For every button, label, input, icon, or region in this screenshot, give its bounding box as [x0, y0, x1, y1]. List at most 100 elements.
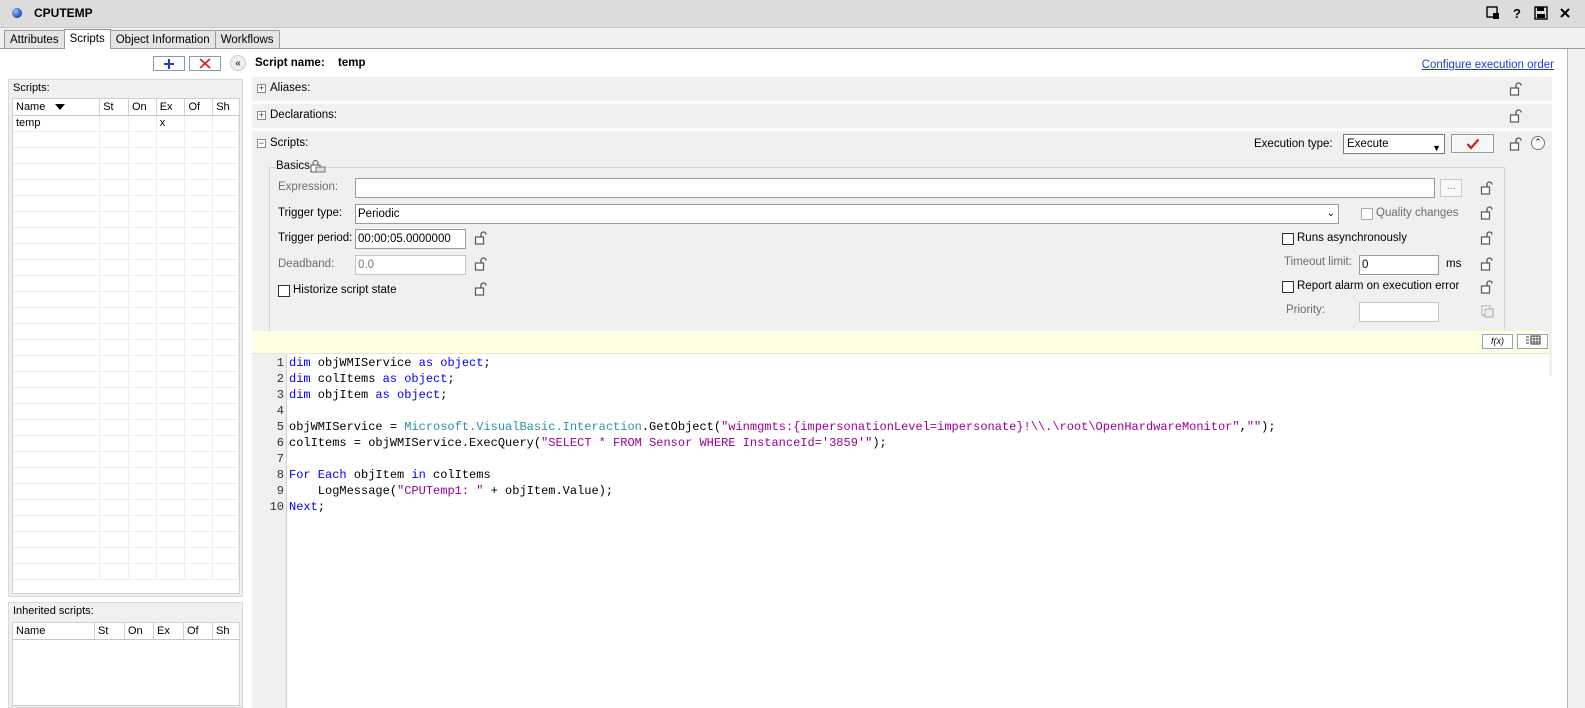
empty-cell	[157, 276, 186, 291]
object-orb-icon	[12, 8, 22, 18]
empty-cell	[157, 180, 186, 195]
collapse-all-icon[interactable]: ⌃	[1531, 136, 1545, 150]
add-script-button[interactable]	[153, 56, 185, 71]
copy-lock-icon[interactable]	[1480, 304, 1494, 318]
line-number: 3	[276, 388, 284, 402]
empty-cell	[185, 468, 214, 483]
inh-header-ex[interactable]: Ex	[154, 623, 184, 639]
trigger-period-input[interactable]: 00:00:05.0000000	[355, 229, 466, 249]
declarations-section[interactable]: + Declarations:	[252, 104, 1552, 128]
lock-icon[interactable]	[1480, 206, 1494, 220]
lock-icon[interactable]	[474, 282, 488, 296]
deadband-input[interactable]: 0.0	[355, 255, 466, 275]
aliases-section[interactable]: + Aliases:	[252, 77, 1552, 101]
save-icon[interactable]	[1533, 5, 1549, 21]
empty-cell	[13, 132, 101, 147]
lock-icon[interactable]	[1480, 257, 1494, 271]
empty-cell	[13, 276, 101, 291]
collapse-panel-icon[interactable]: «	[230, 55, 246, 71]
empty-cell	[185, 420, 214, 435]
empty-cell	[213, 356, 239, 371]
inh-header-st[interactable]: St	[95, 623, 125, 639]
lock-icon[interactable]	[474, 231, 488, 245]
tab-object-information[interactable]: Object Information	[109, 30, 216, 49]
expand-aliases-icon[interactable]: +	[257, 84, 266, 93]
timeout-limit-input[interactable]: 0	[1359, 255, 1439, 275]
lock-icon[interactable]	[1480, 280, 1494, 294]
empty-row	[13, 228, 239, 244]
lock-icon[interactable]	[474, 257, 488, 271]
empty-cell	[129, 452, 157, 467]
column-header-st[interactable]: St	[100, 99, 129, 115]
empty-cell	[100, 292, 129, 307]
group-lock-icon[interactable]	[310, 160, 326, 173]
line-number: 9	[276, 484, 284, 498]
empty-cell	[185, 340, 214, 355]
runs-async-checkbox[interactable]	[1282, 233, 1294, 245]
empty-cell	[129, 308, 157, 323]
tab-scripts[interactable]: Scripts	[63, 29, 111, 49]
column-header-of[interactable]: Of	[185, 99, 214, 115]
empty-cell	[13, 180, 101, 195]
cell-st	[100, 116, 129, 131]
apply-execution-type-button[interactable]	[1451, 134, 1494, 153]
column-header-ex[interactable]: Ex	[157, 99, 186, 115]
empty-cell	[129, 244, 157, 259]
empty-cell	[100, 404, 129, 419]
historize-checkbox[interactable]	[278, 285, 290, 297]
close-icon[interactable]	[1557, 5, 1573, 21]
lock-icon[interactable]	[1480, 231, 1494, 245]
insert-function-icon[interactable]: f(x)	[1482, 334, 1513, 349]
configure-execution-order-link[interactable]: Configure execution order	[1422, 59, 1554, 71]
lock-icon[interactable]	[1509, 109, 1523, 123]
column-header-name[interactable]: Name	[13, 99, 101, 115]
empty-cell	[100, 308, 129, 323]
cell-name: temp	[13, 116, 101, 131]
inherited-grid: Name St On Ex Of Sh	[12, 622, 240, 706]
empty-cell	[185, 244, 214, 259]
inh-header-sh[interactable]: Sh	[213, 623, 239, 639]
lock-icon[interactable]	[1509, 82, 1523, 96]
empty-cell	[185, 356, 214, 371]
empty-cell	[129, 436, 157, 451]
quality-changes-checkbox[interactable]	[1361, 208, 1373, 220]
help-icon[interactable]: ?	[1509, 5, 1525, 21]
lock-icon[interactable]	[1480, 181, 1494, 195]
report-alarm-checkbox[interactable]	[1282, 281, 1294, 293]
declarations-label: Declarations:	[270, 109, 338, 121]
collapse-scripts-icon[interactable]: −	[257, 139, 266, 148]
code-line: For Each objItem in colItems	[289, 468, 491, 482]
empty-cell	[129, 500, 157, 515]
expression-browse-button[interactable]: ...	[1440, 179, 1462, 197]
expand-declarations-icon[interactable]: +	[257, 111, 266, 120]
code-editor[interactable]: 1 dim objWMIService as object; 2 dim colIt…	[252, 354, 1549, 708]
lock-icon[interactable]	[1509, 137, 1523, 151]
empty-row	[13, 436, 239, 452]
empty-cell	[185, 388, 214, 403]
insert-table-icon[interactable]	[1517, 334, 1548, 349]
inh-header-of[interactable]: Of	[184, 623, 213, 639]
column-header-on[interactable]: On	[129, 99, 157, 115]
tab-workflows[interactable]: Workflows	[214, 30, 280, 49]
empty-row	[13, 244, 239, 260]
empty-row	[13, 404, 239, 420]
inh-header-on[interactable]: On	[125, 623, 154, 639]
empty-cell	[129, 548, 157, 563]
lock-screen-icon[interactable]	[1485, 5, 1501, 21]
priority-input[interactable]	[1359, 302, 1439, 322]
expression-input[interactable]	[355, 178, 1435, 198]
trigger-type-select[interactable]: Periodic ⌄	[355, 204, 1339, 224]
delete-script-button[interactable]	[189, 56, 221, 71]
tab-attributes[interactable]: Attributes	[4, 30, 65, 49]
execution-type-select[interactable]: Execute ▼	[1343, 134, 1445, 154]
table-row[interactable]: temp x	[13, 116, 239, 132]
trigger-period-label: Trigger period:	[278, 232, 353, 244]
inh-header-name[interactable]: Name	[13, 623, 95, 639]
empty-cell	[100, 244, 129, 259]
empty-row	[13, 340, 239, 356]
empty-cell	[13, 340, 101, 355]
empty-cell	[100, 436, 129, 451]
empty-cell	[185, 548, 214, 563]
empty-cell	[213, 564, 239, 579]
column-header-sh[interactable]: Sh	[213, 99, 239, 115]
